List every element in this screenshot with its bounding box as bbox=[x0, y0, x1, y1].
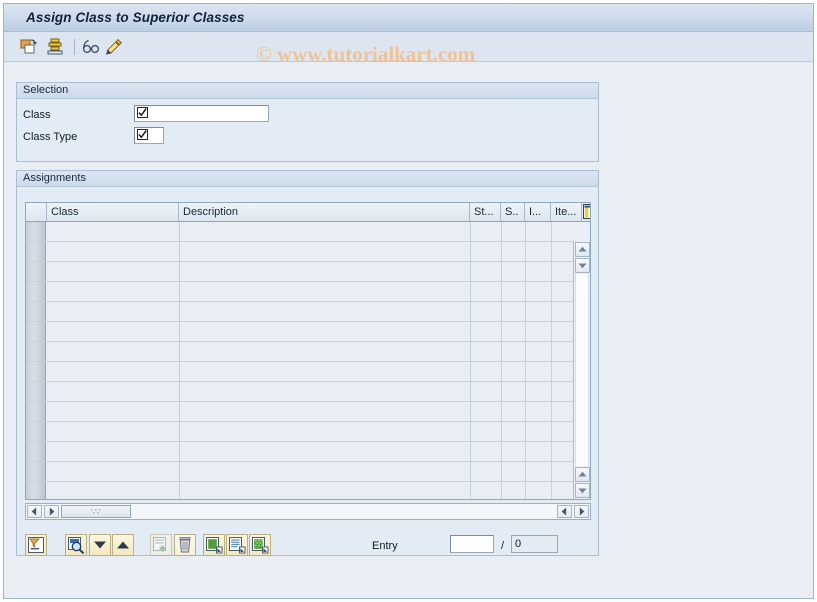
class-field-label: Class bbox=[23, 109, 51, 121]
table-row[interactable] bbox=[26, 222, 590, 242]
checkbox-checked-icon bbox=[137, 129, 148, 140]
row-selector[interactable] bbox=[26, 362, 46, 381]
scroll-page-up-button[interactable] bbox=[575, 258, 590, 273]
row-selector[interactable] bbox=[26, 462, 46, 481]
create-copy-icon[interactable] bbox=[20, 38, 38, 56]
table-row[interactable] bbox=[26, 362, 590, 382]
entry-separator: / bbox=[501, 540, 505, 552]
row-selector[interactable] bbox=[26, 322, 46, 341]
sap-window: Assign Class to Superior Classes © www.t… bbox=[3, 3, 814, 599]
assignments-group-body: Class Description St... S.. I... Ite... bbox=[17, 187, 598, 556]
table-row[interactable] bbox=[26, 402, 590, 422]
assignments-group: Assignments Class Description St... S.. … bbox=[16, 170, 599, 556]
table-row[interactable] bbox=[26, 422, 590, 442]
hscroll-right-button[interactable] bbox=[44, 505, 59, 518]
table-row[interactable] bbox=[26, 342, 590, 362]
find-previous-up-button[interactable] bbox=[112, 534, 134, 556]
paste-row-button[interactable] bbox=[226, 534, 248, 556]
table-horizontal-scrollbar[interactable] bbox=[25, 503, 591, 520]
row-selector[interactable] bbox=[26, 222, 46, 241]
row-selector[interactable] bbox=[26, 402, 46, 421]
entry-label: Entry bbox=[372, 540, 398, 552]
row-selector[interactable] bbox=[26, 382, 46, 401]
insert-row-button bbox=[150, 534, 172, 556]
table-settings-icon[interactable] bbox=[582, 203, 590, 221]
row-selector[interactable] bbox=[26, 262, 46, 281]
table-row[interactable] bbox=[26, 262, 590, 282]
table-row[interactable] bbox=[26, 322, 590, 342]
assignments-table: Class Description St... S.. I... Ite... bbox=[25, 202, 591, 500]
class-input[interactable] bbox=[134, 105, 269, 122]
hscroll-left-button-end[interactable] bbox=[557, 505, 572, 518]
selection-criteria-button[interactable] bbox=[25, 534, 47, 556]
scroll-up-button[interactable] bbox=[575, 242, 590, 257]
scroll-page-down-button[interactable] bbox=[575, 467, 590, 482]
table-row[interactable] bbox=[26, 462, 590, 482]
page-title: Assign Class to Superior Classes bbox=[26, 10, 245, 25]
delete-row-button[interactable] bbox=[174, 534, 196, 556]
table-header-i[interactable]: I... bbox=[525, 203, 551, 221]
row-selector[interactable] bbox=[26, 242, 46, 261]
edit-pencil-icon[interactable] bbox=[105, 38, 123, 56]
hscroll-right-button-end[interactable] bbox=[574, 505, 589, 518]
table-row[interactable] bbox=[26, 242, 590, 262]
selection-group-title: Selection bbox=[17, 83, 598, 99]
table-row[interactable] bbox=[26, 282, 590, 302]
table-header-description[interactable]: Description bbox=[179, 203, 470, 221]
entry-current-input[interactable] bbox=[450, 535, 494, 553]
table-body bbox=[26, 222, 590, 499]
scroll-track[interactable] bbox=[575, 274, 589, 466]
table-header-select-all[interactable] bbox=[26, 203, 47, 221]
selection-group: Selection Class Class Type bbox=[16, 82, 599, 162]
hscroll-left-button[interactable] bbox=[27, 505, 42, 518]
table-header-item[interactable]: Ite... bbox=[551, 203, 582, 221]
row-selector[interactable] bbox=[26, 342, 46, 361]
class-type-field-label: Class Type bbox=[23, 131, 78, 143]
toolbar-separator bbox=[74, 39, 75, 55]
row-selector[interactable] bbox=[26, 302, 46, 321]
table-header-s[interactable]: S.. bbox=[501, 203, 525, 221]
scroll-down-button[interactable] bbox=[575, 483, 590, 498]
table-row[interactable] bbox=[26, 302, 590, 322]
table-header-status[interactable]: St... bbox=[470, 203, 501, 221]
window-titlebar: Assign Class to Superior Classes bbox=[4, 4, 813, 32]
table-vertical-scrollbar[interactable] bbox=[573, 241, 590, 499]
row-selector[interactable] bbox=[26, 442, 46, 461]
application-toolbar bbox=[4, 32, 813, 62]
table-row[interactable] bbox=[26, 442, 590, 462]
find-next-down-button[interactable] bbox=[89, 534, 111, 556]
entry-total-value: 0 bbox=[511, 535, 558, 553]
row-selector[interactable] bbox=[26, 482, 46, 499]
row-selector[interactable] bbox=[26, 422, 46, 441]
print-stack-icon[interactable] bbox=[46, 38, 64, 56]
assignments-group-title: Assignments bbox=[17, 171, 598, 187]
hscroll-thumb[interactable] bbox=[61, 505, 131, 518]
row-selector[interactable] bbox=[26, 282, 46, 301]
find-button[interactable] bbox=[65, 534, 87, 556]
table-header-row: Class Description St... S.. I... Ite... bbox=[26, 203, 590, 222]
selection-group-body: Class Class Type bbox=[17, 99, 598, 161]
table-row[interactable] bbox=[26, 482, 590, 499]
display-glasses-icon[interactable] bbox=[82, 38, 100, 56]
copy-row-button[interactable] bbox=[203, 534, 225, 556]
table-row[interactable] bbox=[26, 382, 590, 402]
cut-row-button[interactable] bbox=[249, 534, 271, 556]
class-type-input[interactable] bbox=[134, 127, 164, 144]
table-header-class[interactable]: Class bbox=[47, 203, 179, 221]
checkbox-checked-icon bbox=[137, 107, 148, 118]
